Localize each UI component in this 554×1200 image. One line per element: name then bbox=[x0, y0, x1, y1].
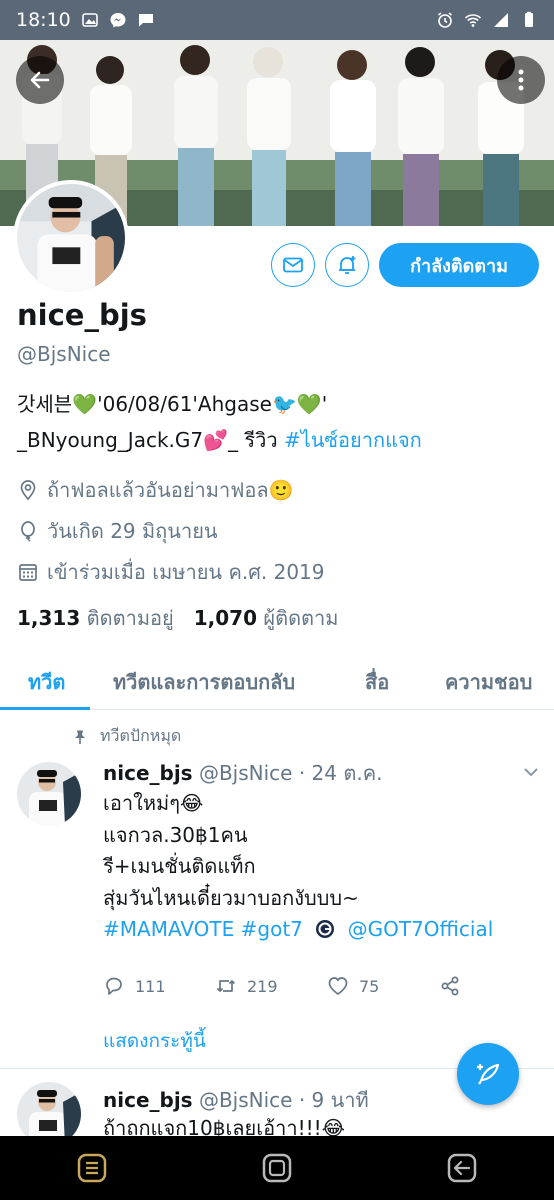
show-thread-link[interactable]: แสดงกระทู้นี้ bbox=[103, 1026, 206, 1056]
calendar-icon bbox=[19, 564, 37, 581]
following-stat[interactable]: 1,313 ติดตามอยู่ bbox=[17, 602, 174, 634]
alarm-icon bbox=[436, 11, 454, 29]
back-button[interactable] bbox=[16, 56, 64, 104]
tweet-header: nice_bjs @BjsNice · 24 ต.ค. bbox=[103, 757, 382, 789]
profile-birthday: วันเกิด 29 มิถุนายน bbox=[17, 515, 218, 547]
chat-notification-icon bbox=[137, 11, 155, 29]
recent-apps-icon bbox=[78, 1153, 107, 1183]
tweet-author-name[interactable]: nice_bjs bbox=[103, 761, 193, 785]
following-count: 1,313 bbox=[17, 606, 81, 630]
profile-location: ถ้าฟอลแล้วอันอย่ามาฟอล🙂 bbox=[17, 474, 294, 506]
back-arrow-icon bbox=[30, 71, 50, 89]
retweet-button[interactable]: 219 bbox=[215, 975, 327, 997]
birthday-icon bbox=[21, 521, 35, 542]
profile-bio: 갓세븐💚'06/08/61'Ahgase🐦💚' _BNyoung_Jack.G7… bbox=[17, 386, 537, 458]
bio-line-2: _BNyoung_Jack.G7💕_ รีวิว #ไนซ์อยากแจก bbox=[17, 422, 537, 458]
like-count: 75 bbox=[359, 976, 380, 996]
compose-tweet-button[interactable] bbox=[457, 1043, 519, 1105]
reply-count: 111 bbox=[135, 976, 166, 996]
system-navigation-bar bbox=[0, 1136, 554, 1200]
tab-tweets-and-replies[interactable]: ทวีตและการตอบกลับ bbox=[113, 666, 295, 698]
tweet-body: เอาใหม่ๆ😂 แจกวล.30฿1คน รี+เมนชั่นติดแท็ก… bbox=[103, 788, 533, 946]
more-options-button[interactable] bbox=[497, 56, 545, 104]
home-icon bbox=[262, 1153, 292, 1183]
pinned-tweet-label: ทวีตปักหมุด bbox=[72, 724, 181, 749]
tweet-mention[interactable]: @GOT7Official bbox=[348, 917, 494, 941]
bio-hashtag-link[interactable]: #ไนซ์อยากแจก bbox=[284, 428, 422, 452]
followers-label: ผู้ติดตาม bbox=[263, 606, 339, 630]
following-button[interactable]: กำลังติดตาม bbox=[379, 243, 539, 287]
tweet-line: รี+เมนชั่นติดแท็ก bbox=[103, 854, 256, 878]
messenger-notification-icon bbox=[109, 11, 127, 29]
recent-apps-button[interactable] bbox=[75, 1151, 109, 1185]
tweet-line: เอาใหม่ๆ😂 bbox=[103, 791, 204, 815]
tweet-actions: 111 219 75 bbox=[103, 975, 463, 997]
bio-line-1: 갓세븐💚'06/08/61'Ahgase🐦💚' bbox=[17, 392, 328, 416]
profile-joined-date: เข้าร่วมเมื่อ เมษายน ค.ศ. 2019 bbox=[17, 556, 325, 588]
got7-emoji-icon bbox=[316, 920, 335, 938]
joined-text: เข้าร่วมเมื่อ เมษายน ค.ศ. 2019 bbox=[47, 560, 325, 584]
share-button[interactable] bbox=[439, 975, 461, 997]
mail-icon bbox=[283, 257, 303, 273]
message-button[interactable] bbox=[271, 243, 315, 287]
tweet-link-line: #MAMAVOTE #got7 @GOT7Official bbox=[103, 914, 533, 946]
wifi-icon bbox=[464, 11, 482, 29]
tweet-hashtags[interactable]: #MAMAVOTE #got7 bbox=[103, 917, 303, 941]
notifications-button[interactable] bbox=[325, 243, 369, 287]
tweet-avatar[interactable] bbox=[17, 762, 81, 826]
location-text: ถ้าฟอลแล้วอันอย่ามาฟอล🙂 bbox=[47, 478, 294, 502]
tweet-line: แจกวล.30฿1คน bbox=[103, 822, 248, 847]
chevron-down-icon[interactable] bbox=[522, 763, 540, 781]
following-label: ติดตามอยู่ bbox=[86, 606, 174, 630]
retweet-icon bbox=[216, 980, 236, 992]
tweet-meta: @BjsNice · 24 ต.ค. bbox=[198, 761, 383, 785]
profile-handle: @BjsNice bbox=[17, 342, 111, 366]
followers-count: 1,070 bbox=[193, 606, 257, 630]
tab-tweets[interactable]: ทวีต bbox=[28, 666, 65, 698]
followers-stat[interactable]: 1,070 ผู้ติดตาม bbox=[194, 602, 339, 634]
like-button[interactable]: 75 bbox=[327, 975, 439, 997]
compose-icon bbox=[477, 1063, 500, 1085]
battery-icon bbox=[520, 11, 538, 29]
birthday-text: วันเกิด 29 มิถุนายน bbox=[47, 519, 218, 543]
reply-button[interactable]: 111 bbox=[103, 975, 215, 997]
gallery-notification-icon bbox=[81, 11, 99, 29]
tweet-meta: @BjsNice · 9 นาที bbox=[198, 1088, 369, 1112]
system-back-icon bbox=[447, 1153, 476, 1183]
bio-line-2-text: _BNyoung_Jack.G7💕_ รีวิว bbox=[17, 428, 284, 452]
status-time: 18:10 bbox=[16, 9, 71, 31]
pinned-text: ทวีตปักหมุด bbox=[100, 726, 182, 745]
tweet-line: สุ่มวันไหนเดี๋ยวมาบอกงับบบ~ bbox=[103, 885, 359, 910]
signal-icon bbox=[492, 11, 510, 29]
avatar-image bbox=[17, 184, 125, 292]
bell-plus-icon bbox=[339, 256, 356, 274]
pin-icon bbox=[75, 730, 85, 744]
tweet-author-name[interactable]: nice_bjs bbox=[103, 1088, 193, 1112]
active-tab-indicator bbox=[0, 707, 90, 710]
follow-stats: 1,313 ติดตามอยู่ 1,070 ผู้ติดตาม bbox=[17, 602, 338, 634]
home-button[interactable] bbox=[260, 1151, 294, 1185]
tweet-avatar-image bbox=[17, 762, 81, 826]
tab-media[interactable]: สื่อ bbox=[365, 666, 389, 698]
share-icon bbox=[441, 976, 459, 996]
profile-tabs: ทวีต ทวีตและการตอบกลับ สื่อ ความชอบ bbox=[0, 652, 554, 710]
retweet-count: 219 bbox=[247, 976, 278, 996]
system-back-button[interactable] bbox=[445, 1151, 479, 1185]
like-icon bbox=[328, 977, 348, 995]
status-bar: 18:10 bbox=[0, 0, 554, 40]
tab-likes[interactable]: ความชอบ bbox=[445, 666, 532, 698]
profile-display-name: nice_bjs bbox=[17, 298, 147, 332]
profile-avatar[interactable] bbox=[13, 180, 129, 296]
reply-icon bbox=[106, 977, 122, 995]
more-vertical-icon bbox=[518, 69, 524, 91]
location-icon bbox=[20, 480, 36, 501]
